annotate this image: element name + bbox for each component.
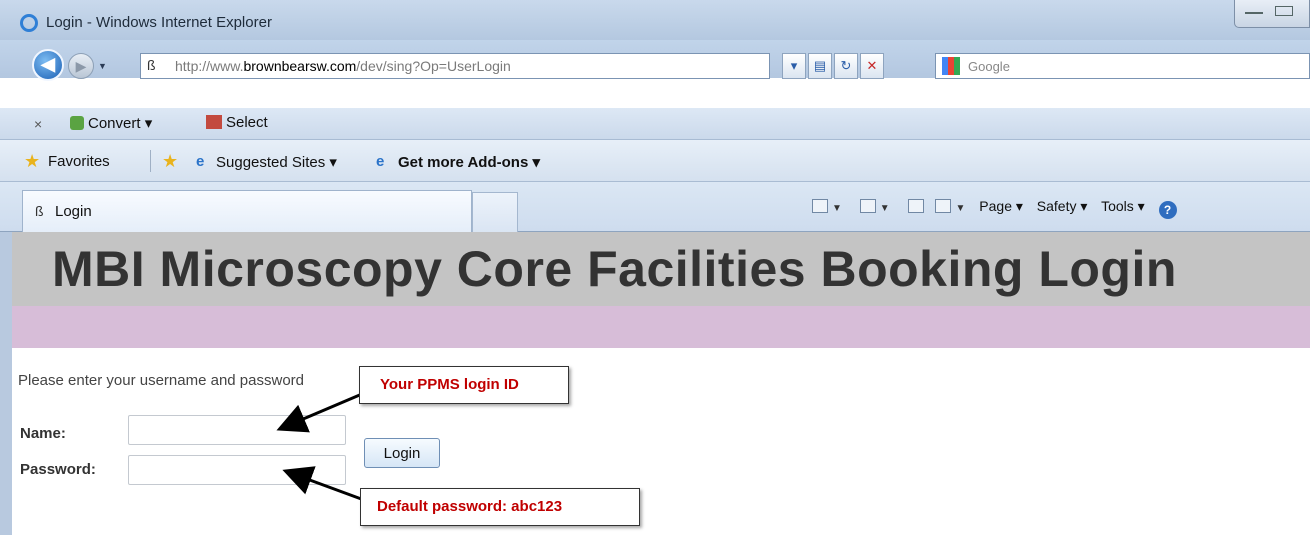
page-menu-label: Page xyxy=(979,198,1012,214)
page-content: MBI Microscopy Core Facilities Booking L… xyxy=(0,232,1310,535)
password-field[interactable] xyxy=(128,455,346,485)
compatibility-view-icon[interactable]: ▤ xyxy=(808,53,832,79)
internet-explorer-icon xyxy=(20,14,38,32)
tab-label: Login xyxy=(55,203,92,220)
tab-bar: ß Login ▼ ▼ ▼ Page ▾ Safety ▾ Tools ▾ ? xyxy=(0,182,1310,232)
convert-icon xyxy=(70,116,84,130)
addons-icon: e xyxy=(376,153,385,170)
page-title: MBI Microscopy Core Facilities Booking L… xyxy=(52,241,1177,297)
login-id-callout: Your PPMS login ID xyxy=(359,366,569,404)
url-path: /dev/sing?Op=UserLogin xyxy=(356,58,511,74)
favorites-separator xyxy=(150,150,151,172)
address-dropdown-icon[interactable]: ▾ xyxy=(782,53,806,79)
window-controls xyxy=(1234,0,1310,28)
window-title-bar: Login - Windows Internet Explorer xyxy=(0,0,1310,40)
password-label: Password: xyxy=(20,461,96,478)
name-field[interactable] xyxy=(128,415,346,445)
command-bar: × Convert ▾ Select xyxy=(0,108,1310,140)
tab-favicon-icon: ß xyxy=(35,203,44,219)
minimize-button[interactable] xyxy=(1245,12,1263,14)
maximize-button[interactable] xyxy=(1275,6,1293,16)
suggested-sites-icon: e xyxy=(196,153,205,170)
window-title: Login - Windows Internet Explorer xyxy=(46,14,272,31)
login-button[interactable]: Login xyxy=(364,438,440,468)
favorites-star-icon: ★ xyxy=(24,151,41,171)
default-password-callout: Default password: abc123 xyxy=(360,488,640,526)
favorites-bar: ★ Favorites ★ e Suggested Sites ▾ e Get … xyxy=(0,140,1310,182)
page-banner: MBI Microscopy Core Facilities Booking L… xyxy=(12,232,1310,306)
select-icon xyxy=(206,115,222,129)
stop-icon[interactable]: ✕ xyxy=(860,53,884,79)
home-dropdown-icon[interactable]: ▼ xyxy=(832,203,842,214)
convert-button[interactable]: Convert ▾ xyxy=(70,114,152,132)
tools-menu-label: Tools xyxy=(1101,198,1134,214)
feeds-dropdown-icon[interactable]: ▼ xyxy=(880,203,890,214)
add-favorite-icon[interactable]: ★ xyxy=(162,151,178,172)
url-prefix: http://www. xyxy=(175,58,244,74)
history-dropdown-icon[interactable]: ▼ xyxy=(98,61,107,71)
login-prompt: Please enter your username and password xyxy=(18,372,304,389)
convert-label: Convert ▾ xyxy=(88,115,153,132)
get-more-addons-button[interactable]: Get more Add-ons ▾ xyxy=(398,153,540,171)
safety-menu-label: Safety xyxy=(1036,198,1077,214)
select-button[interactable]: Select xyxy=(206,114,268,131)
google-icon xyxy=(942,57,960,75)
tab-login[interactable]: ß Login xyxy=(22,190,472,232)
safety-menu[interactable]: Safety ▾ xyxy=(1037,198,1088,214)
address-input[interactable]: ß http://www.brownbearsw.com/dev/sing?Op… xyxy=(140,53,770,79)
close-toolbar-icon[interactable]: × xyxy=(34,116,42,132)
url-domain: brownbearsw.com xyxy=(243,58,357,74)
suggested-sites-button[interactable]: Suggested Sites ▾ xyxy=(216,153,337,171)
print-icon[interactable] xyxy=(935,199,952,213)
banner-stripe xyxy=(12,306,1310,348)
select-label: Select xyxy=(226,114,268,131)
browser-tools: ▼ ▼ ▼ Page ▾ Safety ▾ Tools ▾ ? xyxy=(808,198,1177,219)
help-icon[interactable]: ? xyxy=(1158,201,1177,219)
forward-button[interactable]: ▶ xyxy=(68,53,94,79)
page-menu[interactable]: Page ▾ xyxy=(979,198,1023,214)
home-icon[interactable] xyxy=(812,199,828,213)
site-favicon-icon: ß xyxy=(147,57,156,73)
tools-menu[interactable]: Tools ▾ xyxy=(1101,198,1145,214)
name-label: Name: xyxy=(20,425,66,442)
search-placeholder: Google xyxy=(968,59,1010,74)
print-dropdown-icon[interactable]: ▼ xyxy=(955,203,965,214)
feeds-icon[interactable] xyxy=(859,199,876,213)
back-button[interactable]: ◀ xyxy=(32,49,64,81)
favorites-button[interactable]: Favorites xyxy=(48,153,110,170)
new-tab-button[interactable] xyxy=(472,192,518,232)
mail-icon[interactable] xyxy=(907,199,924,213)
search-input[interactable]: Google xyxy=(935,53,1310,79)
url-text: http://www.brownbearsw.com/dev/sing?Op=U… xyxy=(175,58,511,74)
refresh-icon[interactable]: ↻ xyxy=(834,53,858,79)
